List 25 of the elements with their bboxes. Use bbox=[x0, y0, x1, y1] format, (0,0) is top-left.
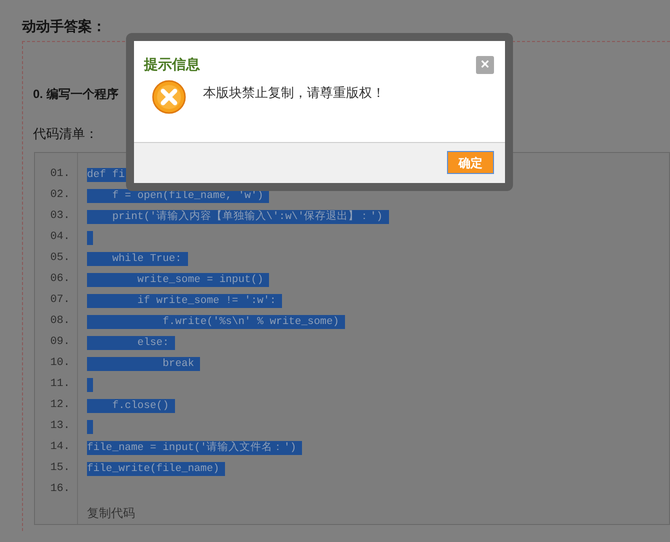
line-number: 07. bbox=[49, 293, 71, 308]
copy-code-link[interactable]: 复制代码 bbox=[87, 504, 135, 522]
section-heading: 动动手答案： bbox=[22, 17, 107, 36]
error-icon bbox=[152, 80, 186, 114]
line-number: 16. bbox=[49, 482, 71, 497]
line-number: 10. bbox=[49, 356, 71, 371]
close-button[interactable]: × bbox=[476, 56, 494, 74]
line-number: 05. bbox=[49, 251, 71, 266]
line-number: 15. bbox=[49, 461, 71, 476]
line-number: 01. bbox=[49, 167, 71, 182]
line-number: 08. bbox=[49, 314, 71, 329]
ok-button[interactable]: 确定 bbox=[447, 151, 494, 174]
line-number: 14. bbox=[49, 440, 71, 455]
line-number: 13. bbox=[49, 419, 71, 434]
dialog-message: 本版块禁止复制，请尊重版权！ bbox=[203, 84, 385, 102]
line-number: 02. bbox=[49, 188, 71, 203]
line-number: 11. bbox=[49, 377, 71, 392]
line-number: 03. bbox=[49, 209, 71, 224]
line-number: 09. bbox=[49, 335, 71, 350]
line-number: 06. bbox=[49, 272, 71, 287]
line-number: 12. bbox=[49, 398, 71, 413]
code-label: 代码清单： bbox=[33, 125, 99, 143]
problem-title: 0. 编写一个程序 bbox=[33, 86, 118, 103]
line-number: 04. bbox=[49, 230, 71, 245]
dialog-title: 提示信息 bbox=[144, 55, 200, 74]
